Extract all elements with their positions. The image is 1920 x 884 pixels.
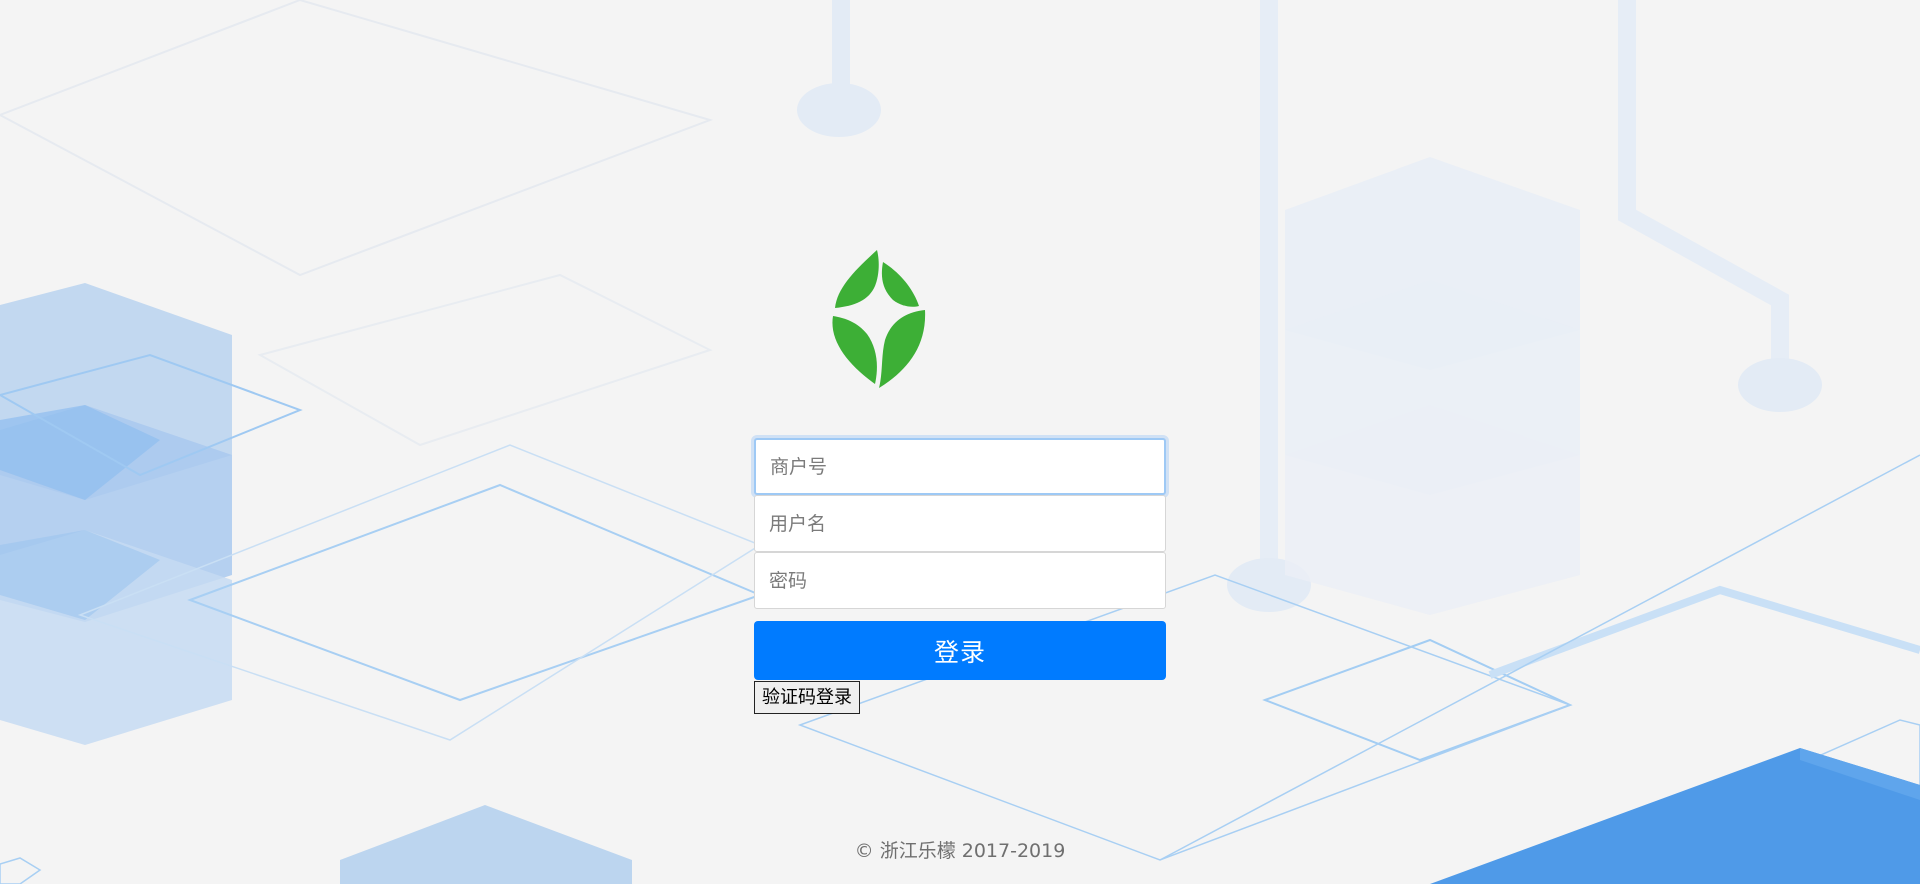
password-input[interactable] (754, 552, 1166, 609)
login-page: 登录 验证码登录 © 浙江乐檬 2017-2019 (0, 0, 1920, 884)
merchant-number-input[interactable] (754, 438, 1166, 495)
login-button[interactable]: 登录 (754, 621, 1166, 680)
footer-copyright: © 浙江乐檬 2017-2019 (854, 840, 1066, 862)
username-input[interactable] (754, 495, 1166, 552)
sms-code-login-button[interactable]: 验证码登录 (754, 681, 860, 714)
green-leaf-logo-icon (832, 250, 926, 388)
